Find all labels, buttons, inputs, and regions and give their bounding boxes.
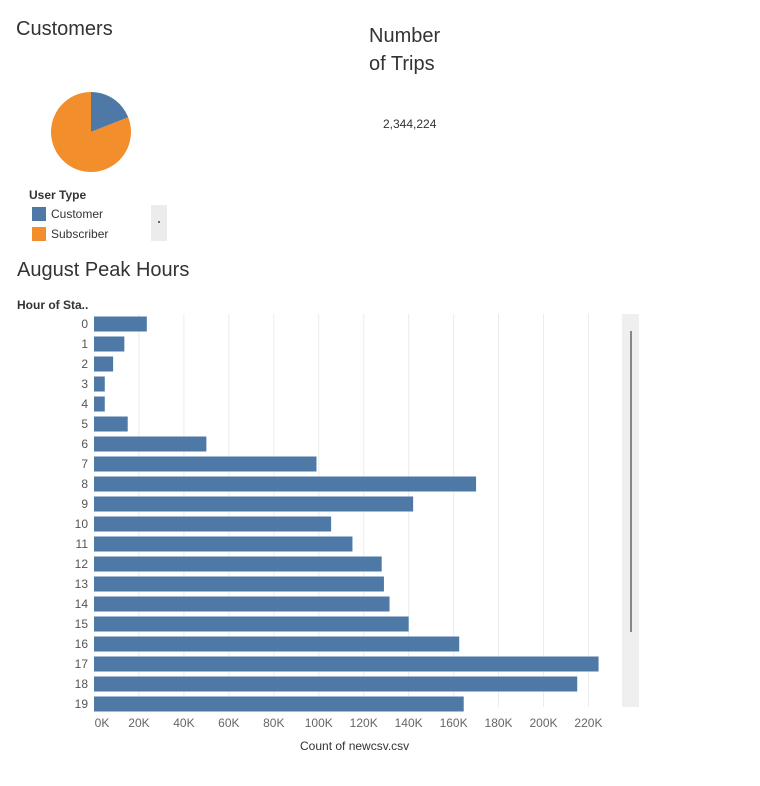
- x-tick-label: 60K: [218, 716, 239, 730]
- y-tick-label: 0: [81, 317, 88, 331]
- bar-hour-14[interactable]: [94, 596, 390, 612]
- y-tick-label: 10: [75, 517, 89, 531]
- bar-hour-10[interactable]: [94, 516, 332, 532]
- y-tick-label: 11: [76, 537, 89, 551]
- bar-hour-18[interactable]: [94, 676, 578, 692]
- y-tick-label: 3: [81, 377, 88, 391]
- bar-hour-11[interactable]: [94, 536, 353, 552]
- bar-hour-9[interactable]: [94, 496, 414, 512]
- bar-hour-8[interactable]: [94, 476, 477, 492]
- y-tick-label: 8: [81, 477, 88, 491]
- y-tick-label: 9: [81, 497, 88, 511]
- y-tick-label: 18: [75, 677, 89, 691]
- x-tick-label: 200K: [529, 716, 557, 730]
- x-tick-label: 0K: [95, 716, 110, 730]
- bar-hour-0[interactable]: [94, 316, 147, 332]
- y-tick-label: 13: [75, 577, 89, 591]
- x-tick-label: 140K: [395, 716, 423, 730]
- y-tick-label: 2: [81, 357, 88, 371]
- bar-hour-5[interactable]: [94, 416, 128, 432]
- bar-hour-16[interactable]: [94, 636, 460, 652]
- x-tick-label: 160K: [440, 716, 468, 730]
- bar-hour-3[interactable]: [94, 376, 105, 392]
- y-tick-label: 19: [75, 697, 89, 711]
- y-tick-label: 15: [75, 617, 89, 631]
- bar-hour-6[interactable]: [94, 436, 207, 452]
- x-tick-label: 180K: [485, 716, 513, 730]
- y-tick-label: 1: [81, 337, 88, 351]
- peak-hours-bar-chart: 0K 20K 40K 60K 80K 100K 120K 140K 160K 180K 200K 22…: [75, 314, 602, 730]
- x-tick-label: 120K: [350, 716, 378, 730]
- y-tick-label: 14: [75, 597, 89, 611]
- y-tick-label: 4: [81, 397, 88, 411]
- bar-hour-2[interactable]: [94, 356, 114, 372]
- x-axis-title: Count of newcsv.csv: [300, 739, 410, 753]
- y-tick-label: 7: [81, 457, 88, 471]
- x-tick-label: 20K: [128, 716, 149, 730]
- x-tick-label: 220K: [574, 716, 602, 730]
- bar-hour-13[interactable]: [94, 576, 384, 592]
- chart-scrollbar-thumb[interactable]: [630, 331, 632, 632]
- y-tick-label: 17: [75, 657, 89, 671]
- x-tick-label: 40K: [173, 716, 194, 730]
- bar-hour-17[interactable]: [94, 656, 599, 672]
- bar-hour-1[interactable]: [94, 336, 125, 352]
- bar-hour-7[interactable]: [94, 456, 317, 472]
- bar-hour-12[interactable]: [94, 556, 382, 572]
- bar-hour-15[interactable]: [94, 616, 409, 632]
- y-tick-label: 16: [75, 637, 89, 651]
- y-tick-label: 5: [81, 417, 88, 431]
- x-tick-label: 100K: [305, 716, 333, 730]
- bar-hour-19[interactable]: [94, 696, 464, 712]
- y-tick-label: 12: [75, 557, 89, 571]
- bar-hour-4[interactable]: [94, 396, 105, 412]
- y-tick-label: 6: [81, 437, 88, 451]
- x-tick-label: 80K: [263, 716, 284, 730]
